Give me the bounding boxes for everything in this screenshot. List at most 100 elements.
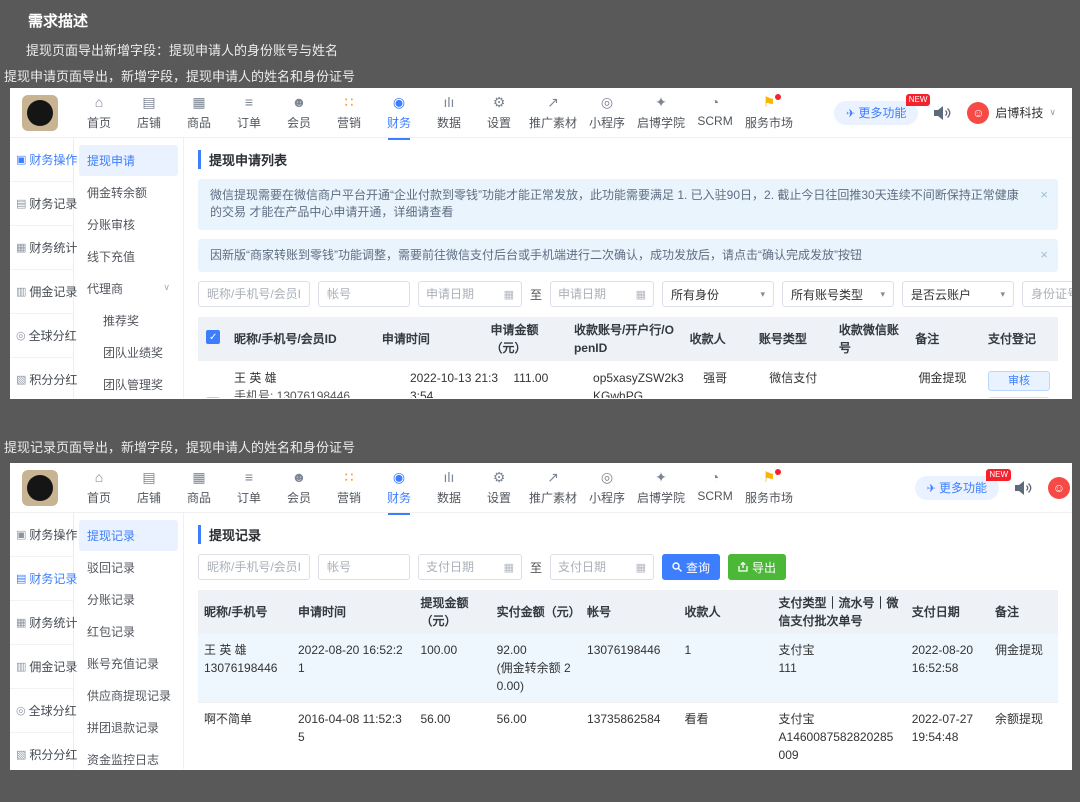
nav-item[interactable]: ⌂ 首页 — [74, 94, 124, 131]
identity-select[interactable]: 所有身份 ▾ — [662, 281, 775, 308]
date-end-input[interactable]: ▦ — [550, 281, 655, 308]
keyword-input[interactable] — [198, 554, 310, 580]
nav-item[interactable]: ◔ SCRM — [690, 94, 740, 131]
nav-item[interactable]: ☻ 会员 — [274, 469, 324, 506]
date-start-input[interactable]: ▦ — [418, 554, 522, 580]
nav-item[interactable]: ≡ 订单 — [224, 94, 274, 131]
academy-icon: ✦ — [655, 94, 667, 110]
account-menu[interactable]: ☺ 启博科技 ∨ — [967, 101, 1056, 124]
finance-records-icon: ▤ — [16, 198, 27, 210]
data-icon: ılı — [443, 94, 455, 110]
nav-item[interactable]: ◉ 财务 — [374, 469, 424, 506]
cloud-account-select[interactable]: 是否云账户 ▾ — [902, 281, 1015, 308]
nav-item-label: 会员 — [286, 491, 311, 505]
sidebar-item[interactable]: ▥ 佣金记录 — [10, 270, 77, 314]
commission-records-icon: ▥ — [16, 286, 27, 298]
more-features-button[interactable]: ✈ 更多功能 NEW — [914, 468, 1011, 500]
review-button[interactable]: 审核 — [988, 371, 1050, 392]
nav-item[interactable]: ⚑ 服务市场 — [740, 94, 798, 131]
close-icon[interactable]: × — [1040, 186, 1048, 205]
payee-name: 强哥 — [703, 371, 728, 386]
sidebar-item[interactable]: ◎ 全球分红 — [10, 314, 77, 358]
nav-item[interactable]: ↗ 推广素材 — [524, 469, 582, 506]
submenu-item[interactable]: 代理商 — [79, 273, 178, 304]
more-features-button[interactable]: ✈ 更多功能 NEW — [834, 93, 931, 125]
nav-item[interactable]: ⚙ 设置 — [474, 94, 524, 131]
submenu-item[interactable]: 红包记录 — [79, 616, 178, 647]
nav-item[interactable]: ▤ 店铺 — [124, 469, 174, 506]
account-input[interactable] — [318, 554, 410, 580]
nav-item[interactable]: ▦ 商品 — [174, 94, 224, 131]
nav-item[interactable]: ▦ 商品 — [174, 469, 224, 506]
sidebar-item[interactable]: ▤ 财务记录 — [10, 557, 77, 601]
submenu-item[interactable]: 分账记录 — [79, 584, 178, 615]
nav-item[interactable]: ⚙ 设置 — [474, 469, 524, 506]
nav-item[interactable]: ✦ 启博学院 — [632, 469, 690, 506]
export-button[interactable]: 导出 — [728, 554, 787, 580]
nav-item[interactable]: ◎ 小程序 — [582, 94, 632, 131]
submenu-item-label: 代理商 — [87, 282, 124, 296]
home-icon: ⌂ — [94, 94, 104, 110]
submenu-item-label: 提现申请 — [87, 154, 136, 168]
nav-item[interactable]: ⚑ 服务市场 — [740, 469, 798, 506]
account-type-select[interactable]: 所有账号类型 ▾ — [782, 281, 895, 308]
select-all-checkbox[interactable] — [206, 329, 220, 345]
sidebar-item[interactable]: ▧ 积分分红 — [10, 358, 77, 399]
reject-button[interactable]: 驳回 — [988, 397, 1050, 398]
nav-item[interactable]: ◔ SCRM — [690, 469, 740, 506]
submenu-item[interactable]: 推荐奖 — [79, 305, 178, 336]
nav-item[interactable]: ⌂ 首页 — [74, 469, 124, 506]
sidebar-item[interactable]: ◎ 全球分红 — [10, 689, 77, 733]
nav-item[interactable]: ☻ 会员 — [274, 94, 324, 131]
nav-item[interactable]: ↗ 推广素材 — [524, 94, 582, 131]
submenu-item[interactable]: 佣金转余额 — [79, 177, 178, 208]
nav-item-label: 财务 — [386, 491, 411, 505]
close-icon[interactable]: × — [1040, 246, 1048, 265]
sidebar-item[interactable]: ▣ 财务操作 — [10, 138, 77, 182]
sidebar-item[interactable]: ▧ 积分分红 — [10, 733, 77, 770]
finance-ops-icon: ▣ — [16, 529, 27, 541]
column-header: 备注 — [994, 605, 1019, 619]
member-name: 啊不简单 — [204, 712, 253, 726]
data-icon: ılı — [443, 469, 455, 485]
date-start-input[interactable]: ▦ — [418, 281, 522, 308]
sidebar-item[interactable]: ▣ 财务操作 — [10, 513, 77, 557]
sidebar-item[interactable]: ▦ 财务统计 — [10, 226, 77, 270]
account-input[interactable] — [318, 281, 410, 308]
nav-item[interactable]: ✦ 启博学院 — [632, 94, 690, 131]
announcement-speaker-icon[interactable] — [934, 105, 951, 120]
submenu-item[interactable]: 供应商提现记录 — [79, 680, 178, 711]
nav-item[interactable]: ≡ 订单 — [224, 469, 274, 506]
sidebar-item[interactable]: ▦ 财务统计 — [10, 601, 77, 645]
nav-item[interactable]: ◉ 财务 — [374, 94, 424, 131]
id-number-input[interactable] — [1022, 281, 1072, 308]
nav-item[interactable]: ılı 数据 — [424, 469, 474, 506]
sidebar-item[interactable]: ▤ 财务记录 — [10, 182, 77, 226]
nav-item[interactable]: ◎ 小程序 — [582, 469, 632, 506]
chevron-down-icon: ▾ — [880, 288, 886, 299]
nav-item[interactable]: ∷ 营销 — [324, 469, 374, 506]
submenu-item[interactable]: 提现记录 — [79, 520, 178, 551]
search-button[interactable]: 查询 — [662, 554, 721, 580]
finance-stats-icon: ▦ — [16, 617, 27, 629]
column-header: 支付类型｜流水号｜微信支付批次单号 — [778, 596, 899, 628]
submenu-item[interactable]: 驳回记录 — [79, 552, 178, 583]
date-end-input[interactable]: ▦ — [550, 554, 655, 580]
keyword-input[interactable] — [198, 281, 310, 308]
announcement-speaker-icon[interactable] — [1015, 480, 1032, 495]
submenu-item[interactable]: 资金监控日志 — [79, 744, 178, 770]
submenu-item[interactable]: 提现申请 — [79, 145, 178, 176]
submenu-item[interactable]: 拼团退款记录 — [79, 712, 178, 743]
account-menu[interactable]: ☺ — [1048, 476, 1070, 499]
nav-item[interactable]: ılı 数据 — [424, 94, 474, 131]
submenu-item[interactable]: 线下充值 — [79, 241, 178, 272]
submenu-item[interactable]: 团队管理奖 — [79, 369, 178, 399]
submenu-item[interactable]: 团队业绩奖 — [79, 337, 178, 368]
sidebar-item[interactable]: ▥ 佣金记录 — [10, 645, 77, 689]
submenu-item[interactable]: 分账审核 — [79, 209, 178, 240]
row-checkbox[interactable] — [206, 397, 220, 398]
alert-banner: 微信提现需要在微信商户平台开通“企业付款到零钱”功能才能正常发放，此功能需要满足… — [198, 179, 1058, 230]
submenu-item[interactable]: 账号充值记录 — [79, 648, 178, 679]
nav-item[interactable]: ▤ 店铺 — [124, 94, 174, 131]
nav-item[interactable]: ∷ 营销 — [324, 94, 374, 131]
